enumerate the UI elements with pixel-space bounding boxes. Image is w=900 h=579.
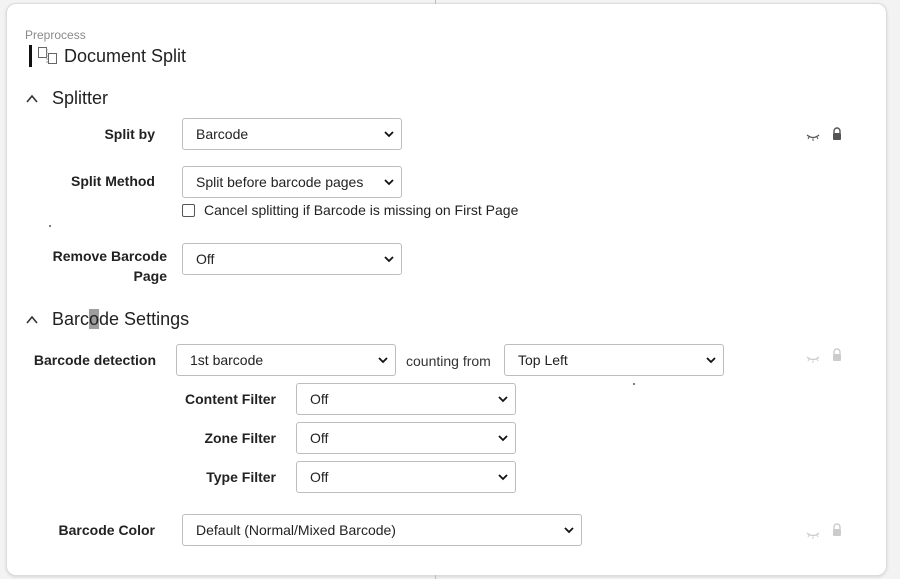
counting-from-text: counting from (406, 353, 491, 369)
stray-dot (49, 225, 51, 227)
stray-dot (633, 383, 635, 385)
lock-icon[interactable] (830, 348, 844, 362)
chevron-down-icon (384, 256, 394, 263)
chevron-down-icon (498, 435, 508, 442)
split-method-value: Split before barcode pages (196, 174, 364, 190)
counting-from-select[interactable]: Top Left (504, 344, 724, 376)
counting-from-value: Top Left (518, 352, 568, 368)
bottom-divider-mark (435, 575, 436, 579)
breadcrumb: Preprocess (25, 28, 86, 42)
section-splitter-header[interactable]: Splitter (25, 88, 108, 109)
zone-filter-value: Off (310, 430, 329, 446)
cancel-splitting-label: Cancel splitting if Barcode is missing o… (204, 202, 519, 218)
barcode-color-select[interactable]: Default (Normal/Mixed Barcode) (182, 514, 582, 546)
title-part-2: de Settings (99, 309, 190, 329)
title-accent-bar (29, 45, 32, 67)
eye-closed-icon[interactable] (806, 129, 820, 143)
chevron-down-icon (564, 527, 574, 534)
page-title-row: Document Split (29, 44, 186, 68)
barcode-color-label: Barcode Color (58, 522, 155, 538)
split-method-label: Split Method (71, 173, 155, 189)
split-by-label: Split by (104, 126, 155, 142)
page-title: Document Split (64, 45, 187, 66)
remove-barcode-page-select[interactable]: Off (182, 243, 402, 275)
section-splitter-title: Splitter (52, 88, 109, 108)
chevron-down-icon (384, 179, 394, 186)
barcode-detection-value: 1st barcode (190, 352, 264, 368)
chevron-down-icon (498, 474, 508, 481)
document-split-icon (38, 47, 57, 64)
chevron-up-icon (26, 94, 38, 103)
remove-barcode-page-label: Remove Barcode Page (40, 246, 167, 286)
cancel-splitting-checkbox[interactable] (182, 203, 195, 217)
lock-icon[interactable] (830, 523, 844, 537)
chevron-down-icon (384, 131, 394, 138)
chevron-down-icon (498, 396, 508, 403)
section-barcode-settings-header[interactable]: Barcode Settings (25, 309, 189, 330)
content-filter-select[interactable]: Off (296, 383, 516, 415)
eye-closed-icon[interactable] (806, 527, 820, 541)
content-filter-value: Off (310, 391, 329, 407)
section-barcode-settings-title: Barcode Settings (52, 309, 189, 330)
cancel-splitting-option[interactable]: Cancel splitting if Barcode is missing o… (182, 202, 518, 218)
title-part-1: Barc (52, 309, 90, 329)
barcode-detection-select[interactable]: 1st barcode (176, 344, 396, 376)
content-filter-label: Content Filter (185, 391, 276, 407)
split-method-select[interactable]: Split before barcode pages (182, 166, 402, 198)
eye-closed-icon[interactable] (806, 351, 820, 365)
split-by-value: Barcode (196, 126, 249, 142)
remove-barcode-page-label-line2: Page (133, 268, 167, 284)
zone-filter-label: Zone Filter (204, 430, 276, 446)
chevron-down-icon (706, 357, 716, 364)
chevron-up-icon (26, 315, 38, 324)
zone-filter-select[interactable]: Off (296, 422, 516, 454)
type-filter-select[interactable]: Off (296, 461, 516, 493)
remove-barcode-page-value: Off (196, 251, 215, 267)
type-filter-value: Off (310, 469, 329, 485)
split-by-select[interactable]: Barcode (182, 118, 402, 150)
text-cursor-highlight: o (89, 309, 100, 329)
lock-icon[interactable] (830, 127, 844, 141)
top-divider-mark (435, 0, 436, 4)
type-filter-label: Type Filter (206, 469, 276, 485)
barcode-color-value: Default (Normal/Mixed Barcode) (196, 522, 396, 538)
barcode-detection-label: Barcode detection (33, 352, 156, 368)
remove-barcode-page-label-line1: Remove Barcode (52, 248, 167, 264)
chevron-down-icon (378, 357, 388, 364)
